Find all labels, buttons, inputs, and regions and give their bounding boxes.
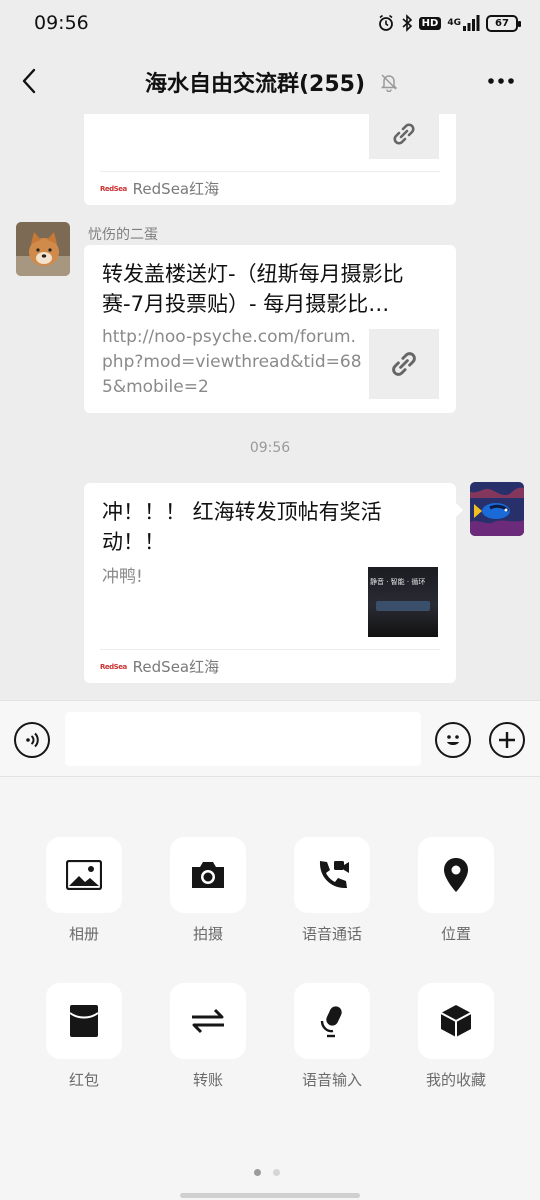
message-card-3[interactable]: 冲！！！ 红海转发顶帖有奖活动！！ 冲鸭! 静音 · 智能 · 循环 RedSe… [84, 483, 456, 683]
panel-item-location[interactable]: 位置 [416, 837, 496, 944]
card-source: RedSea RedSea红海 [100, 649, 440, 683]
source-logo: RedSea [100, 184, 127, 193]
emoji-icon [447, 735, 459, 745]
link-icon [392, 352, 416, 376]
favorites-icon[interactable] [418, 983, 494, 1059]
more-button[interactable] [484, 66, 518, 96]
nav-bar: 海水自由交流群(255) [0, 48, 540, 114]
status-bar: 09:56 HD 4G 67 [0, 0, 540, 48]
fish-avatar-image [470, 482, 524, 536]
avatar-self-fish[interactable] [470, 482, 524, 536]
status-icons: HD 4G 67 [377, 12, 521, 34]
more-actions-button[interactable] [489, 722, 525, 758]
home-indicator[interactable] [180, 1193, 360, 1198]
red-packet-icon[interactable] [46, 983, 122, 1059]
voice-call-icon[interactable] [294, 837, 370, 913]
alarm-icon [377, 14, 395, 32]
thumbnail-device-graphic [376, 601, 430, 611]
link-icon [393, 123, 415, 145]
page-dot-2[interactable] [273, 1169, 280, 1176]
sender-name: 忧伤的二蛋 [88, 227, 158, 243]
battery-level: 67 [495, 17, 509, 29]
panel-item-transfer[interactable]: 转账 [168, 983, 248, 1090]
panel-item-label: 拍摄 [192, 925, 223, 943]
action-panel: 相册 拍摄 语音通话 位置 红包 转账 语音输入 我的收藏 [0, 777, 540, 1200]
mute-bell-icon [380, 74, 398, 92]
chevron-left-icon [22, 68, 36, 94]
signal-icon: 4G [447, 15, 480, 31]
voice-toggle-button[interactable] [14, 722, 50, 758]
more-dots-icon [488, 78, 514, 84]
location-icon[interactable] [418, 837, 494, 913]
panel-item-album[interactable]: 相册 [44, 837, 124, 944]
dog-avatar-image [16, 222, 70, 276]
avatar-sender-dog[interactable] [16, 222, 70, 276]
card-source: RedSea RedSea红海 [100, 171, 440, 205]
message-input[interactable] [65, 712, 421, 766]
panel-item-voice-input[interactable]: 语音输入 [292, 983, 372, 1090]
bubble-tail [455, 502, 463, 518]
panel-item-voice-call[interactable]: 语音通话 [292, 837, 372, 944]
hd-badge: HD [418, 16, 442, 30]
chat-area[interactable]: RedSea RedSea红海 忧伤的二蛋 转发盖楼送灯-（纽斯每月摄影比赛-7… [0, 114, 540, 700]
page-dot-1[interactable] [254, 1169, 261, 1176]
input-bar [0, 700, 540, 777]
link-thumbnail [369, 114, 439, 159]
photo-icon[interactable] [46, 837, 122, 913]
source-name: RedSea红海 [132, 180, 220, 198]
panel-item-label: 我的收藏 [425, 1071, 486, 1089]
page-title: 海水自由交流群(255) [145, 72, 366, 97]
source-logo: RedSea [100, 662, 127, 671]
source-name: RedSea红海 [132, 658, 220, 676]
panel-item-label: 红包 [68, 1071, 99, 1089]
link-thumbnail: 静音 · 智能 · 循环 [368, 567, 438, 637]
battery-icon: 67 [486, 14, 521, 32]
back-button[interactable] [14, 64, 44, 98]
microphone-icon[interactable] [294, 983, 370, 1059]
panel-item-label: 位置 [440, 925, 471, 943]
panel-item-label: 相册 [68, 925, 99, 943]
panel-item-label: 语音输入 [301, 1071, 362, 1089]
panel-item-label: 语音通话 [301, 925, 362, 943]
message-card-2[interactable]: 转发盖楼送灯-（纽斯每月摄影比赛-7月投票贴）- 每月摄影比… http://n… [84, 245, 456, 413]
nav-title-group: 海水自由交流群(255) [145, 66, 399, 98]
link-description: 冲鸭! [102, 567, 143, 587]
link-title: 冲！！！ 红海转发顶帖有奖活动！！ [102, 500, 382, 554]
panel-item-red-packet[interactable]: 红包 [44, 983, 124, 1090]
voice-wave-icon [26, 732, 39, 748]
thumbnail-caption: 静音 · 智能 · 循环 [370, 578, 426, 586]
network-label: 4G [447, 18, 461, 28]
panel-item-camera[interactable]: 拍摄 [168, 837, 248, 944]
transfer-icon[interactable] [170, 983, 246, 1059]
time-divider: 09:56 [249, 440, 291, 456]
status-time: 09:56 [34, 12, 89, 34]
link-thumbnail [369, 329, 439, 399]
plus-icon [499, 732, 515, 748]
link-title: 转发盖楼送灯-（纽斯每月摄影比赛-7月投票贴）- 每月摄影比… [102, 262, 404, 316]
emoji-button[interactable] [435, 722, 471, 758]
bluetooth-icon [401, 14, 413, 32]
page-indicator [254, 1169, 280, 1176]
panel-item-favorites[interactable]: 我的收藏 [416, 983, 496, 1090]
panel-item-label: 转账 [192, 1071, 223, 1089]
camera-icon[interactable] [170, 837, 246, 913]
message-card-1[interactable]: RedSea RedSea红海 [84, 114, 456, 205]
link-url: http://noo-psyche.com/forum.php?mod=view… [102, 327, 362, 397]
